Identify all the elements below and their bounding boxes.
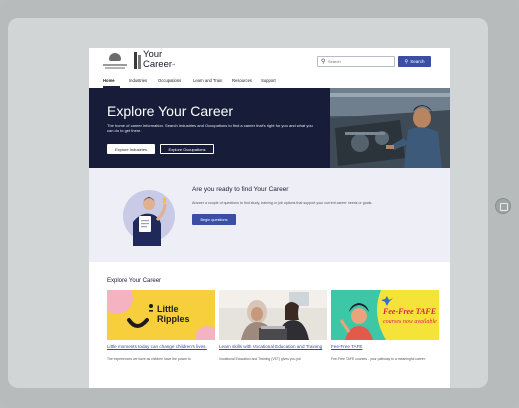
site-header: Your Career™ ⚲ ⚲ Search [89,48,450,74]
search-button[interactable]: ⚲ Search [398,56,431,67]
little-ripples-image: Little Ripples [107,290,215,340]
fee-free-tafe-heading-line2: courses now available [383,319,437,325]
card-link-vet[interactable]: Learn skills with Vocational Education a… [219,344,325,349]
card-text-fee-free-tafe: Fee-Free TAFE courses - your pathway to … [331,357,426,361]
hero-banner: Explore Your Career The home of career i… [89,88,450,168]
card-link-little-ripples[interactable]: Little moments today can change children… [107,344,213,349]
hero-title: Explore Your Career [107,103,234,119]
explore-occupations-button[interactable]: Explore Occupations [160,144,214,154]
search-icon: ⚲ [404,58,409,65]
nav-item-occupations[interactable]: Occupations [158,78,181,83]
nav-item-industries[interactable]: Industries [129,78,147,83]
card-fee-free-tafe[interactable]: Fee-Free TAFE courses now available Fee-… [331,290,439,388]
home-button[interactable] [495,198,511,214]
explore-section: Explore Your Career Little Ripples Littl… [89,262,450,388]
nav-item-support[interactable]: Support [261,78,276,83]
card-vet[interactable]: Learn skills with Vocational Education a… [219,290,327,388]
explore-industries-button[interactable]: Explore Industries [107,144,155,154]
search-input[interactable] [328,57,392,66]
trademark-symbol: ™ [172,63,176,67]
fee-free-tafe-heading-line1: Fee-Free TAFE [382,307,436,316]
tablet-device: Your Career™ ⚲ ⚲ Search Home Industries … [0,0,519,408]
card-little-ripples[interactable]: Little Ripples Little moments today can … [107,290,215,388]
card-text-little-ripples: The experiences we have as children have… [107,357,191,361]
person-with-clipboard-illustration [119,182,183,246]
tablet-screen: Your Career™ ⚲ ⚲ Search Home Industries … [8,18,488,388]
your-career-logo[interactable]: Your Career™ [134,50,176,73]
logo-word-career: Career [143,59,173,70]
begin-questions-button[interactable]: Begin questions [192,214,236,225]
hero-image-mechanic [330,88,450,168]
hero-description: The home of career information. Search I… [107,123,313,133]
questions-description: Answer a couple of questions to find stu… [192,201,373,205]
fee-free-tafe-image: Fee-Free TAFE courses now available [331,290,439,340]
nav-item-resources[interactable]: Resources [232,78,252,83]
crest-icon [109,53,121,61]
vet-students-image [219,290,327,340]
search-field[interactable]: ⚲ [317,56,395,67]
government-crest-logo[interactable] [103,53,127,70]
questions-section: Are you ready to find Your Career Answer… [89,168,450,262]
webpage: Your Career™ ⚲ ⚲ Search Home Industries … [89,48,450,388]
little-ripples-logo-line1: Little [157,304,179,314]
questions-title: Are you ready to find Your Career [192,186,289,193]
little-ripples-logo-line2: Ripples [157,314,190,324]
search-icon: ⚲ [321,59,326,65]
explore-title: Explore Your Career [107,278,162,284]
card-text-vet: Vocational Education and Training (VET) … [219,357,301,361]
nav-item-home[interactable]: Home [103,78,115,83]
nav-item-learn-and-train[interactable]: Learn and Train [193,78,222,83]
card-link-fee-free-tafe[interactable]: Fee-Free TAFE [331,344,437,349]
search-button-label: Search [410,59,425,64]
